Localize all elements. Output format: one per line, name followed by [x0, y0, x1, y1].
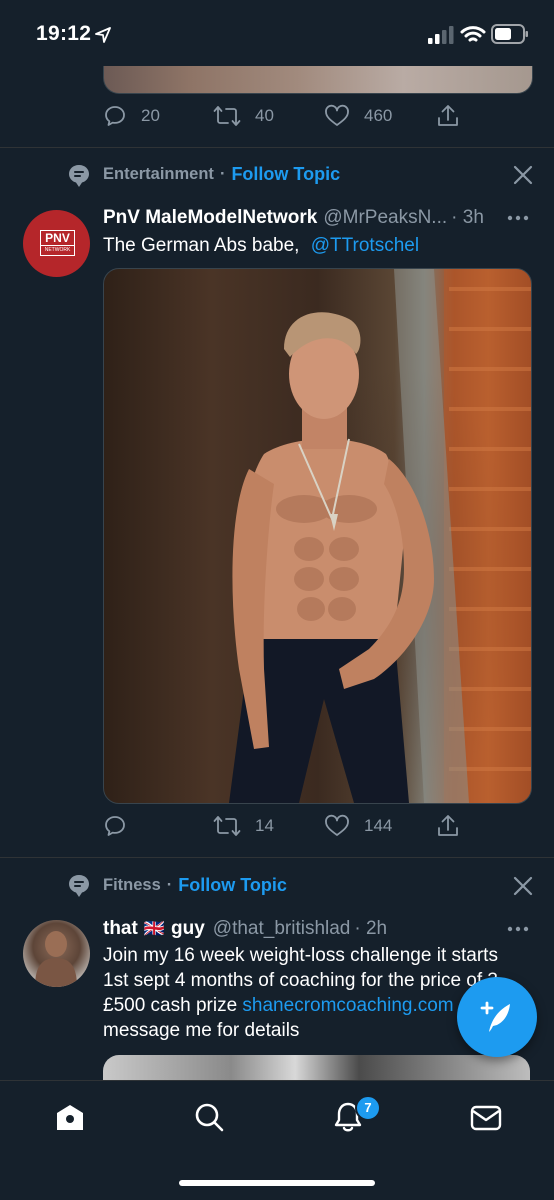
battery-icon: [491, 24, 528, 44]
photo-illustration: [229, 269, 531, 803]
search-icon[interactable]: [194, 1102, 224, 1132]
home-indicator[interactable]: [179, 1180, 375, 1186]
topic-row: Entertainment · Follow Topic: [103, 164, 340, 185]
topic-name: Fitness: [103, 876, 161, 894]
like-icon: [325, 104, 349, 126]
reply-icon: [105, 106, 125, 126]
topic-row: Fitness · Follow Topic: [103, 875, 287, 896]
handle[interactable]: @MrPeaksN...: [323, 207, 447, 229]
divider: [0, 147, 554, 148]
avatar[interactable]: PNV NETWORK: [23, 210, 90, 277]
avatar[interactable]: [23, 920, 90, 987]
display-name-part2[interactable]: guy: [171, 918, 205, 940]
compose-button[interactable]: [457, 977, 537, 1057]
tweet-text: The German Abs babe, @TTrotschel: [103, 233, 419, 258]
close-icon[interactable]: [512, 164, 534, 186]
tweet-time[interactable]: · 3h: [451, 207, 484, 229]
tweet-header: PnV MaleModelNetwork @MrPeaksN... · 3h: [103, 207, 484, 229]
close-icon[interactable]: [512, 875, 534, 897]
like-count: 144: [364, 816, 393, 835]
tweet-photo[interactable]: [103, 268, 532, 804]
status-time: 19:12: [36, 22, 92, 45]
compose-icon: [480, 1001, 510, 1032]
follow-topic-link[interactable]: Follow Topic: [231, 164, 340, 185]
topic-name: Entertainment: [103, 165, 214, 183]
retweet-count: 40: [255, 106, 274, 125]
avatar-logo-text: PNV: [45, 231, 70, 245]
tweet-time[interactable]: · 2h: [354, 918, 387, 940]
retweet-icon: [213, 816, 241, 836]
avatar-illustration: [35, 931, 77, 987]
website-link[interactable]: shanecromcoaching.com: [242, 995, 453, 1016]
location-arrow-icon: [95, 27, 111, 43]
display-name-part1[interactable]: that: [103, 918, 138, 940]
mention-link[interactable]: @TTrotschel: [311, 235, 419, 256]
like-button[interactable]: 460: [324, 104, 392, 128]
wifi-icon: [460, 26, 486, 42]
topic-icon: [69, 165, 89, 187]
handle[interactable]: @that_britishlad: [213, 918, 351, 940]
reply-button[interactable]: [103, 814, 141, 838]
tweet-line-1: Join my 16 week weight-loss challenge it…: [103, 945, 498, 966]
tweet-line-3: £500 cash prize: [103, 995, 243, 1016]
tweet-header: that 🇬🇧 guy @that_britishlad · 2h: [103, 918, 387, 940]
retweet-count: 14: [255, 816, 274, 835]
display-name[interactable]: PnV MaleModelNetwork: [103, 207, 317, 229]
home-icon[interactable]: [55, 1103, 85, 1131]
messages-icon[interactable]: [470, 1105, 502, 1131]
topic-separator: ·: [166, 876, 173, 894]
more-icon[interactable]: [507, 926, 529, 932]
avatar-logo-subtext: NETWORK: [41, 245, 74, 254]
topic-icon: [69, 875, 89, 897]
flag-emoji: 🇬🇧: [143, 919, 165, 938]
follow-topic-link[interactable]: Follow Topic: [178, 875, 287, 896]
topic-separator: ·: [219, 165, 226, 183]
retweet-button[interactable]: 40: [213, 104, 274, 128]
tweet-body: The German Abs babe,: [103, 235, 300, 256]
like-icon: [325, 814, 349, 836]
share-icon[interactable]: [435, 103, 461, 129]
status-bar: 19:12: [0, 0, 554, 64]
previous-tweet-media[interactable]: [103, 66, 533, 94]
signal-icon: [428, 26, 454, 44]
retweet-icon: [213, 106, 241, 126]
reply-button[interactable]: 20: [103, 104, 160, 128]
reply-icon: [105, 816, 125, 836]
divider: [0, 857, 554, 858]
like-count: 460: [364, 106, 393, 125]
reply-count: 20: [141, 106, 160, 125]
more-icon[interactable]: [507, 215, 529, 221]
retweet-button[interactable]: 14: [213, 814, 274, 838]
notifications-badge: 7: [355, 1095, 381, 1121]
like-button[interactable]: 144: [324, 814, 392, 838]
share-icon[interactable]: [435, 813, 461, 839]
